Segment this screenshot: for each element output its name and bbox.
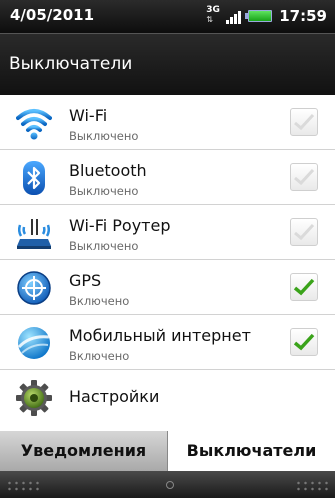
page-title: Выключатели — [9, 54, 133, 74]
item-title: GPS — [69, 271, 102, 290]
gear-icon — [16, 380, 52, 416]
toggle-row-wifi-router[interactable]: Wi-Fi Роутер Выключено — [0, 205, 335, 260]
gps-checkbox[interactable] — [290, 273, 318, 301]
status-icons: 3G ⇅ 17:59 — [206, 5, 327, 27]
drawer-handle[interactable] — [0, 471, 335, 498]
mobile-internet-icon — [17, 327, 50, 359]
gps-icon — [17, 271, 51, 305]
wifi-checkbox[interactable] — [290, 108, 318, 136]
grip-dots-right — [295, 480, 329, 492]
signal-strength-icon — [226, 8, 242, 24]
handle-center-dot — [166, 481, 174, 489]
settings-row[interactable]: Настройки — [0, 370, 335, 425]
item-title: Мобильный интернет — [69, 326, 251, 345]
bluetooth-checkbox[interactable] — [290, 163, 318, 191]
wifi-router-icon — [17, 219, 51, 249]
tab-switches[interactable]: Выключатели — [168, 431, 335, 471]
item-status: Включено — [69, 349, 130, 363]
item-title: Wi-Fi Роутер — [69, 216, 171, 235]
status-date: 4/05/2011 — [10, 6, 95, 24]
toggle-row-gps[interactable]: GPS Включено — [0, 260, 335, 315]
grip-dots-left — [6, 480, 40, 492]
status-time: 17:59 — [279, 7, 327, 25]
tab-notifications[interactable]: Уведомления — [0, 431, 168, 471]
toggle-row-mobile-internet[interactable]: Мобильный интернет Включено — [0, 315, 335, 370]
toggle-row-bluetooth[interactable]: Bluetooth Выключено — [0, 150, 335, 205]
battery-icon — [245, 10, 273, 22]
toggle-list: Wi-Fi Выключено Bluetooth Выключено Wi-F… — [0, 95, 335, 425]
settings-label: Настройки — [69, 387, 160, 406]
item-status: Выключено — [69, 184, 139, 198]
wifi-router-checkbox[interactable] — [290, 218, 318, 246]
status-bar: 4/05/2011 3G ⇅ 17:59 — [0, 0, 335, 33]
bottom-tabs: Уведомления Выключатели — [0, 431, 335, 471]
item-title: Wi-Fi — [69, 106, 108, 125]
toggle-row-wifi[interactable]: Wi-Fi Выключено — [0, 95, 335, 150]
item-status: Выключено — [69, 239, 139, 253]
panel-header: Выключатели — [0, 33, 335, 95]
network-3g-icon: 3G ⇅ — [206, 5, 220, 25]
item-status: Выключено — [69, 129, 139, 143]
item-title: Bluetooth — [69, 161, 147, 180]
wifi-icon — [16, 109, 52, 140]
screen: 4/05/2011 3G ⇅ 17:59 Выключатели Wi-Fi В… — [0, 0, 335, 498]
bluetooth-icon — [23, 161, 45, 195]
mobile-internet-checkbox[interactable] — [290, 328, 318, 356]
item-status: Включено — [69, 294, 130, 308]
